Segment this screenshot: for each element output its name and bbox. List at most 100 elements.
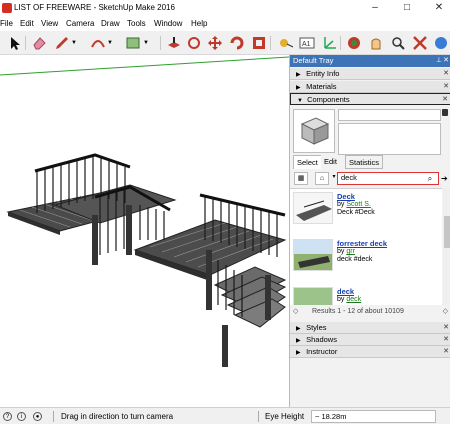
menu-edit[interactable]: Edit [20,19,34,28]
eraser-icon[interactable] [31,35,47,51]
modeling-viewport[interactable] [0,55,289,407]
menu-file[interactable]: File [0,19,13,28]
window-title: LIST OF FREEWARE - SketchUp Make 2016 [14,3,175,12]
panel-instructor[interactable]: ▶ Instructor ✕ [290,346,450,358]
previous-page-icon[interactable]: ◇ [293,306,298,317]
menu-view[interactable]: View [41,19,58,28]
close-icon[interactable]: ✕ [442,94,448,106]
offset-icon[interactable] [251,35,267,51]
close-icon[interactable]: ✕ [443,322,449,334]
scrollbar-thumb[interactable] [444,216,450,248]
lock-icon [442,109,448,116]
results-scrollbar[interactable] [443,188,450,305]
green-axis-line [0,56,289,76]
tray-title: Default Tray [293,56,334,65]
chevron-down-icon[interactable]: ▼ [71,35,87,51]
close-button[interactable]: ✕ [428,1,450,15]
panel-materials[interactable]: ▶ Materials ✕ [290,81,450,93]
toolbar-separator [25,36,26,50]
view-options-icon[interactable]: ▦ [294,172,308,185]
credits-icon[interactable]: i [17,412,26,421]
chevron-down-icon: ▼ [297,98,303,104]
follow-me-icon[interactable] [229,35,245,51]
rotate-icon[interactable] [186,35,202,51]
component-preview [293,109,335,153]
close-icon[interactable]: ✕ [443,81,449,93]
close-icon[interactable]: ✕ [443,55,449,67]
result-name[interactable]: forrester deck [337,239,387,248]
results-footer: ◇ Results 1 - 12 of about 10109 ◇ [290,306,450,317]
pencil-icon[interactable] [54,35,70,51]
component-description-field[interactable] [338,123,441,155]
measurements-box[interactable]: ~ 18.28m [311,410,436,423]
panel-label: Components [307,95,350,104]
result-thumbnail [293,192,333,224]
results-count: Results 1 - 12 of about 10109 [312,308,404,315]
search-row: ▦ ⌂ ▾ deck ⌕ ➔ [290,171,450,187]
close-icon[interactable]: ✕ [443,334,449,346]
geo-location-icon[interactable]: ? [3,412,12,421]
move-icon[interactable] [207,35,223,51]
component-name-field[interactable] [338,109,441,121]
menu-bar: File Edit View Camera Draw Tools Window … [0,17,450,31]
user-icon[interactable]: ● [33,412,42,421]
next-page-icon[interactable]: ◇ [443,306,448,317]
arc-icon[interactable] [90,35,106,51]
list-item[interactable]: deck by deck [290,287,442,305]
chevron-down-icon[interactable]: ▼ [107,35,123,51]
panel-label: Materials [306,82,337,91]
menu-tools[interactable]: Tools [127,19,146,28]
menu-camera[interactable]: Camera [66,19,94,28]
text-icon[interactable]: A1 [299,35,315,51]
menu-window[interactable]: Window [154,19,182,28]
push-pull-icon[interactable] [166,35,182,51]
result-author-line: by Scott S. [337,201,371,208]
rectangle-icon[interactable] [125,35,141,51]
main-toolbar: ▼ ▼ ▼ A1 [0,31,450,55]
pin-icon[interactable]: ⊥ [436,55,442,67]
list-item[interactable]: forrester deck by grr deck #deck [290,239,442,287]
maximize-button[interactable]: □ [396,1,418,15]
tape-measure-icon[interactable] [278,35,294,51]
search-icon[interactable]: ⌕ [424,174,436,184]
zoom-extents-icon[interactable] [412,35,428,51]
panel-entity-info[interactable]: ▶ Entity Info ✕ [290,68,450,80]
tab-statistics[interactable]: Statistics [345,155,384,169]
close-icon[interactable]: ✕ [443,68,449,80]
author-link[interactable]: deck [346,296,361,303]
author-link[interactable]: grr [346,248,355,255]
status-separator [53,411,54,422]
previous-view-icon[interactable] [433,35,449,51]
zoom-icon[interactable] [390,35,406,51]
sketchup-logo-icon [2,3,12,13]
component-results: Deck by Scott S. Deck #Deck forrester de… [290,188,442,305]
toolbar-separator [270,36,271,50]
axes-icon[interactable] [321,35,337,51]
title-bar: LIST OF FREEWARE - SketchUp Make 2016 – … [0,0,450,17]
close-icon[interactable]: ✕ [443,346,449,358]
menu-draw[interactable]: Draw [101,19,120,28]
panel-label: Instructor [306,347,338,356]
navigate-forward-icon[interactable]: ➔ [441,174,450,184]
component-tabs: Select Edit Statistics [293,155,448,169]
pan-icon[interactable] [368,35,384,51]
select-arrow-icon[interactable] [7,35,23,51]
panel-components[interactable]: ▼ Components ✕ [290,93,450,105]
list-item[interactable]: Deck by Scott S. Deck #Deck [290,192,442,240]
chevron-right-icon: ▶ [296,72,301,78]
component-cube-icon [300,117,330,145]
author-link[interactable]: Scott S. [346,201,371,208]
result-name[interactable]: Deck [337,192,355,201]
panel-styles[interactable]: ▶ Styles ✕ [290,322,450,334]
result-name[interactable]: deck [337,287,354,296]
tab-edit[interactable]: Edit [321,155,340,169]
default-tray: Default Tray ⊥ ✕ ▶ Entity Info ✕ ▶ Mater… [289,55,450,407]
menu-help[interactable]: Help [191,19,207,28]
status-hint: Drag in direction to turn camera [61,412,174,421]
minimize-button[interactable]: – [364,1,386,15]
status-bar: ? i ● Drag in direction to turn camera E… [0,407,450,424]
tab-select[interactable]: Select [293,155,322,169]
orbit-icon[interactable] [346,35,362,51]
chevron-down-icon[interactable]: ▼ [143,35,159,51]
panel-shadows[interactable]: ▶ Shadows ✕ [290,334,450,346]
